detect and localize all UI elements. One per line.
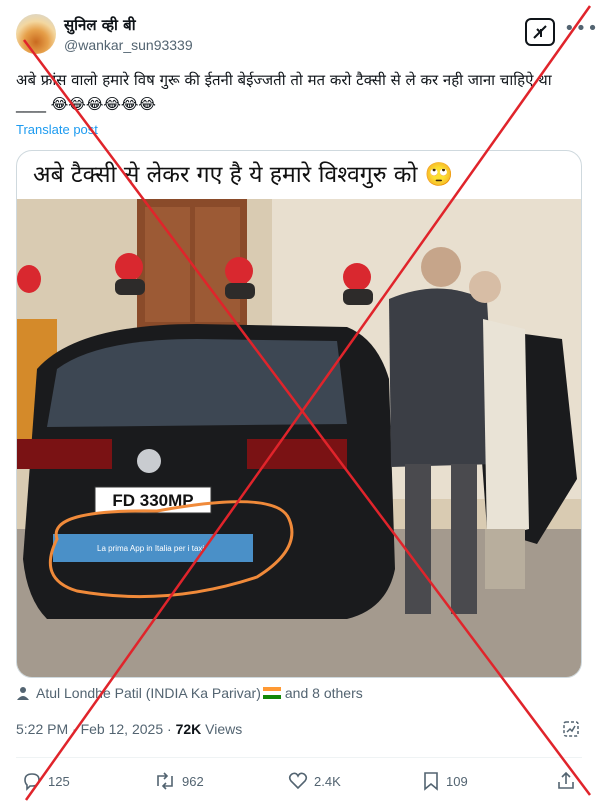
grok-icon: [533, 25, 547, 39]
reply-count: 125: [48, 773, 70, 789]
like-count: 2.4K: [314, 773, 341, 789]
reply-icon: [24, 773, 40, 791]
share-icon: [558, 771, 574, 789]
reply-button[interactable]: 125: [22, 768, 70, 794]
tagged-users[interactable]: Atul Londhe Patil (INDIA Ka Parivar) and …: [16, 685, 363, 701]
bookmark-button[interactable]: 109: [422, 768, 468, 794]
media-caption: अबे टैक्सी से लेकर गए है ये हमारे विश्वग…: [33, 162, 454, 188]
bookmark-icon: [424, 772, 438, 791]
tagged-first-user[interactable]: Atul Londhe Patil (INDIA Ka Parivar): [36, 685, 261, 701]
more-icon[interactable]: •••: [564, 20, 598, 38]
ad-banner-text: La prima App in Italia per i taxi: [97, 544, 204, 553]
tweet-header: सुनिल व्ही बी @wankar_sun93339 •••: [16, 14, 598, 58]
flag-india-icon: [262, 687, 281, 699]
meta-separator-2: ·: [167, 721, 172, 737]
repost-icon: [157, 772, 173, 790]
tweet-date[interactable]: Feb 12, 2025: [81, 721, 164, 737]
meta-separator: ·: [72, 721, 77, 737]
divider: [16, 757, 582, 758]
bookmark-count: 109: [446, 773, 468, 789]
views-count: 72K: [175, 721, 202, 737]
tagged-others[interactable]: and 8 others: [285, 685, 363, 701]
repost-count: 962: [182, 773, 204, 789]
author-name[interactable]: सुनिल व्ही बी: [64, 15, 136, 35]
avatar[interactable]: [16, 14, 56, 54]
tweet-meta: 5:22 PM · Feb 12, 2025 · 72K Views: [16, 721, 242, 737]
analytics-button[interactable]: [562, 720, 580, 742]
action-bar: 125 962 2.4K 109: [16, 768, 582, 794]
tweet-time[interactable]: 5:22 PM: [16, 721, 68, 737]
translate-post-link[interactable]: Translate post: [16, 122, 98, 137]
media-photo[interactable]: FD 330MP La prima App in Italia per i ta…: [17, 199, 581, 677]
like-button[interactable]: 2.4K: [288, 768, 341, 794]
tweet-media[interactable]: अबे टैक्सी से लेकर गए है ये हमारे विश्वग…: [16, 150, 582, 678]
like-icon: [288, 772, 308, 790]
repost-button[interactable]: 962: [154, 768, 204, 794]
analytics-icon: [563, 721, 579, 737]
author-handle[interactable]: @wankar_sun93339: [64, 37, 193, 53]
tweet-text: अबे फ्रांस वालो हमारे विष गुरू की ईतनी ब…: [16, 71, 552, 113]
grok-button[interactable]: [525, 18, 555, 46]
person-icon: [17, 687, 29, 700]
share-button[interactable]: [556, 768, 576, 794]
views-label: Views: [205, 721, 243, 737]
